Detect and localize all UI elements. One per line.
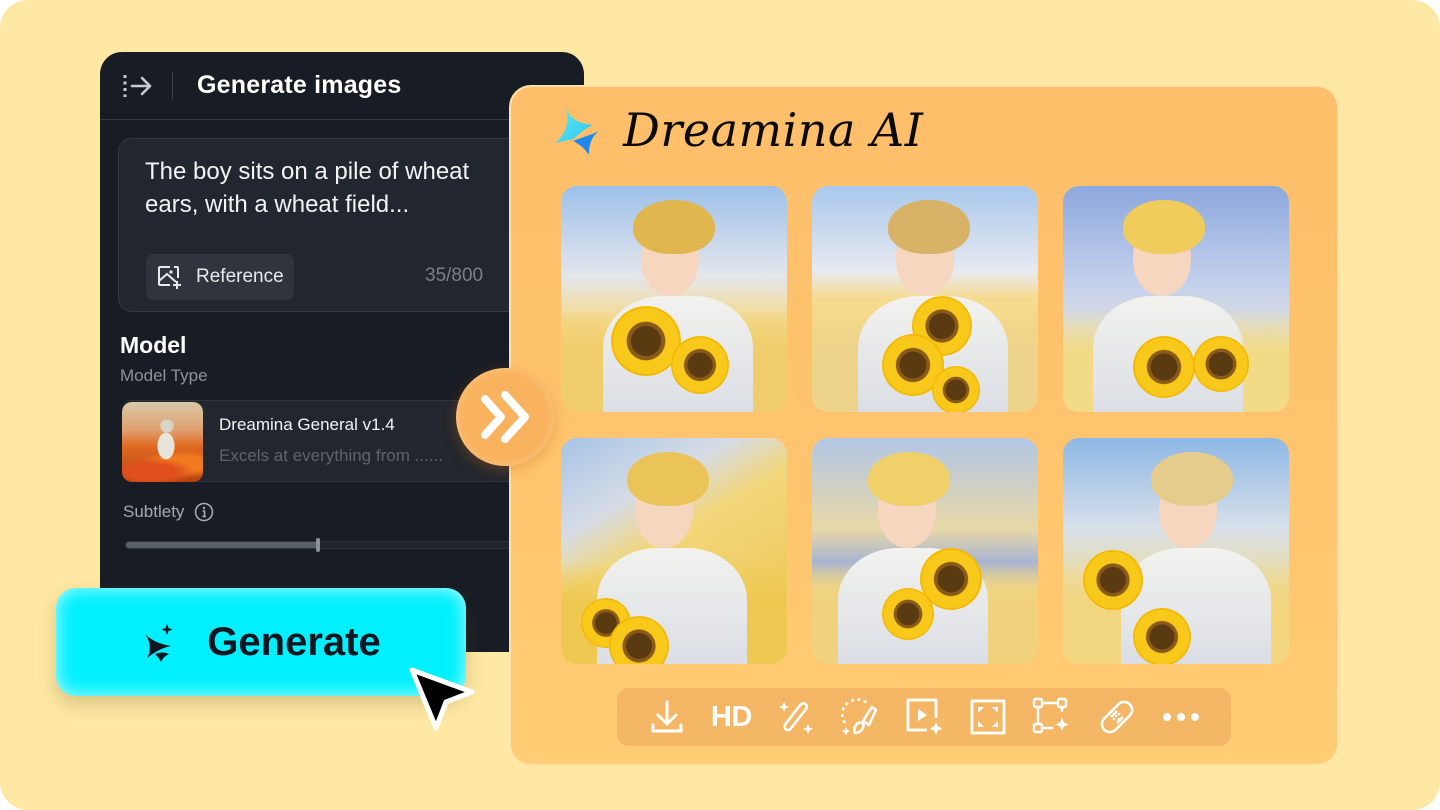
prompt-text[interactable]: The boy sits on a pile of wheat ears, wi… — [145, 155, 525, 221]
generated-image-3[interactable] — [1063, 186, 1289, 412]
download-icon — [651, 700, 683, 733]
hd-label: HD — [710, 700, 752, 733]
generate-button[interactable]: Generate — [56, 588, 466, 696]
canvas: Generate images The boy sits on a pile o… — [0, 0, 1440, 810]
generated-image-5[interactable] — [812, 438, 1038, 664]
model-thumbnail — [122, 402, 203, 482]
hd-upscale-button[interactable]: HD — [709, 695, 753, 739]
download-button[interactable] — [645, 695, 689, 739]
generated-image-6[interactable] — [1063, 438, 1289, 664]
model-section-title: Model — [120, 332, 187, 358]
dreamina-logo-icon — [555, 105, 599, 155]
magic-retouch-button[interactable] — [774, 695, 818, 739]
magic-wand-icon — [778, 702, 813, 734]
model-name: Dreamina General v1.4 — [219, 415, 395, 434]
header-divider — [172, 71, 173, 100]
result-card: Dreamina AI HD — [509, 85, 1339, 766]
image-toolbar: HD — [617, 688, 1231, 746]
expand-frame-icon — [970, 699, 1006, 735]
expand-sidebar-icon[interactable] — [122, 72, 154, 100]
double-chevron-right-icon — [481, 391, 529, 443]
model-type-label: Model Type — [120, 366, 208, 385]
info-icon[interactable] — [194, 502, 214, 522]
mouse-pointer-icon — [409, 667, 475, 731]
brush-sparkle-icon — [840, 698, 878, 736]
slider-handle[interactable] — [316, 538, 321, 552]
subtlety-label-row: Subtlety — [123, 502, 214, 522]
generated-image-1[interactable] — [561, 186, 787, 412]
transform-sparkle-icon — [1033, 697, 1069, 734]
more-icon — [1162, 713, 1199, 721]
char-count: 35/800 — [425, 265, 484, 286]
remove-button[interactable] — [1095, 695, 1139, 739]
slider-fill — [126, 542, 319, 548]
reference-button[interactable]: Reference — [146, 254, 294, 300]
inpaint-button[interactable] — [838, 695, 882, 739]
transition-arrow-button[interactable] — [456, 368, 554, 466]
generated-image-4[interactable] — [561, 438, 787, 664]
bandage-icon — [1100, 700, 1134, 734]
model-description: Excels at everything from ...... — [219, 446, 443, 465]
expand-button[interactable] — [966, 695, 1010, 739]
more-options-button[interactable] — [1159, 695, 1203, 739]
subtlety-label: Subtlety — [123, 502, 185, 521]
generated-image-2[interactable] — [812, 186, 1038, 412]
panel-title: Generate images — [197, 71, 402, 99]
brand-name: Dreamina AI — [623, 103, 924, 157]
generate-label: Generate — [207, 619, 381, 664]
video-sparkle-icon — [906, 698, 943, 735]
animate-button[interactable] — [902, 695, 946, 739]
edit-elements-button[interactable] — [1030, 695, 1074, 739]
subtlety-slider[interactable] — [125, 538, 545, 552]
sparkle-star-icon — [145, 624, 173, 662]
image-add-icon — [158, 266, 181, 289]
reference-label: Reference — [196, 266, 284, 287]
brand-logo: Dreamina AI — [553, 101, 923, 159]
